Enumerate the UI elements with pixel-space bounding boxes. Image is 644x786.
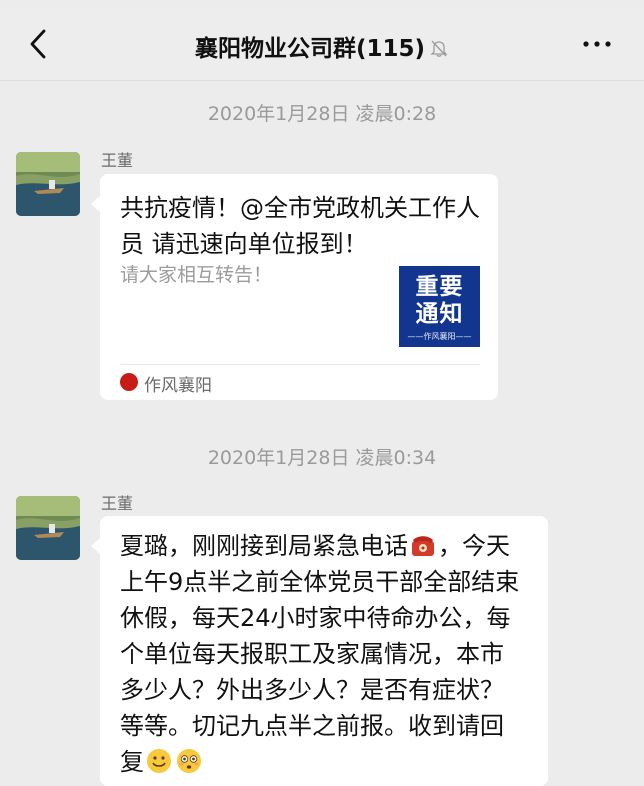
message-timestamp: 2020年1月28日 凌晨0:28 bbox=[207, 103, 437, 125]
smile-emoji bbox=[146, 748, 172, 774]
official-account-icon bbox=[120, 373, 138, 391]
card-divider bbox=[120, 364, 480, 365]
bubble-tail bbox=[91, 196, 100, 212]
bell-off-icon bbox=[429, 38, 449, 58]
chat-header: 襄阳物业公司群(115) bbox=[0, 8, 644, 81]
flushed-emoji bbox=[176, 748, 202, 774]
article-title: 共抗疫情！@全市党政机关工作人员 请迅速向单位报到！ bbox=[120, 194, 480, 258]
thumbnail-text-line-2: 通知 bbox=[415, 301, 464, 327]
message-text-part-1: 夏璐，刚刚接到局紧急电话 bbox=[120, 532, 408, 560]
thumbnail-caption: ——作风襄阳—— bbox=[407, 332, 472, 341]
thumbnail-text-line-1: 重要 bbox=[415, 274, 464, 300]
article-thumbnail: 重要 通知 ——作风襄阳—— bbox=[399, 266, 480, 347]
article-card[interactable]: 共抗疫情！@全市党政机关工作人员 请迅速向单位报到！ 请大家相互转告！ 重要 通… bbox=[100, 174, 498, 400]
text-message-bubble[interactable]: 夏璐，刚刚接到局紧急电话 ，今天上午9点半之前全体党员干部全部结束休假，每天24小… bbox=[100, 516, 548, 786]
chat-title[interactable]: 襄阳物业公司群(115) bbox=[0, 29, 644, 63]
sender-name: 王董 bbox=[101, 494, 134, 513]
message-text-part-2: ，今天上午9点半之前全体党员干部全部结束休假，每天24小时家中待命办公，每个单位… bbox=[120, 532, 520, 776]
more-horizontal-icon bbox=[583, 41, 611, 47]
avatar[interactable] bbox=[16, 496, 80, 560]
chat-title-text: 襄阳物业公司群(115) bbox=[194, 36, 426, 62]
sender-name: 王董 bbox=[101, 151, 134, 170]
telephone-icon bbox=[410, 532, 436, 558]
article-source-name: 作风襄阳 bbox=[144, 376, 212, 396]
avatar[interactable] bbox=[16, 152, 80, 216]
message-text: 夏璐，刚刚接到局紧急电话 ，今天上午9点半之前全体党员干部全部结束休假，每天24小… bbox=[120, 528, 525, 780]
article-description: 请大家相互转告！ bbox=[120, 264, 273, 286]
bubble-tail bbox=[91, 538, 100, 554]
status-bar bbox=[0, 0, 644, 8]
message-timestamp: 2020年1月28日 凌晨0:34 bbox=[207, 447, 437, 469]
more-button[interactable] bbox=[580, 32, 614, 56]
